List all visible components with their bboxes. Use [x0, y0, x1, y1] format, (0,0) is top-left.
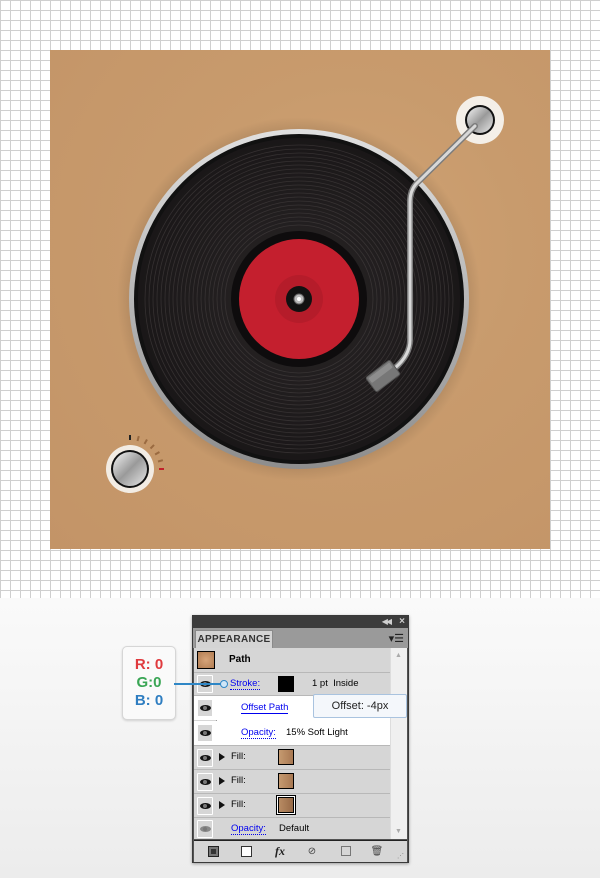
visibility-toggle[interactable] — [197, 797, 213, 815]
opacity-link[interactable]: Opacity: — [241, 727, 276, 739]
opacity-value: Default — [279, 823, 310, 834]
fill-swatch-selected[interactable] — [278, 797, 294, 813]
offset-path-link[interactable]: Offset Path — [241, 702, 289, 714]
expand-triangle-icon[interactable] — [219, 801, 225, 809]
visibility-toggle[interactable] — [197, 699, 213, 717]
fill-row[interactable]: Fill: — [194, 794, 390, 818]
fill-label: Fill: — [231, 799, 246, 810]
opacity-link[interactable]: Opacity: — [231, 823, 266, 835]
fill-swatch[interactable] — [278, 773, 294, 789]
panel-title-bar[interactable]: ◀◀ × — [193, 616, 408, 628]
scroll-up-icon[interactable]: ▲ — [395, 652, 402, 659]
fill-row[interactable]: Fill: — [194, 770, 390, 794]
object-thumbnail — [197, 651, 215, 669]
stroke-weight-value: 1 pt Inside — [312, 678, 359, 689]
collapse-panel-icon[interactable]: ◀◀ — [382, 617, 392, 626]
add-fill-icon[interactable] — [239, 845, 253, 857]
fill-row[interactable]: Fill: — [194, 746, 390, 770]
rgb-blue-value: B: 0 — [134, 692, 164, 709]
turntable-illustration — [106, 96, 504, 493]
rgb-callout: R: 0 G:0 B: 0 — [122, 646, 176, 720]
appearance-panel: ◀◀ × APPEARANCE ▾☰ Path Stroke: 1 pt Ins… — [192, 615, 409, 863]
duplicate-item-icon[interactable] — [339, 845, 353, 857]
object-opacity-row[interactable]: Opacity: Default — [194, 818, 390, 839]
opacity-value: 15% Soft Light — [286, 727, 348, 738]
fill-label: Fill: — [231, 775, 246, 786]
offset-tooltip: Offset: -4px — [313, 694, 407, 718]
object-row[interactable]: Path — [194, 648, 390, 673]
add-stroke-icon[interactable] — [206, 845, 220, 857]
eye-icon — [199, 730, 211, 736]
appearance-list: Path Stroke: 1 pt Inside Offset Path Opa… — [194, 648, 407, 839]
stroke-opacity-row[interactable]: Opacity: 15% Soft Light — [194, 721, 390, 746]
visibility-toggle[interactable] — [197, 749, 213, 767]
scrollbar[interactable]: ▲ ▼ — [390, 648, 407, 839]
visibility-toggle[interactable] — [197, 773, 213, 791]
eye-icon — [199, 705, 211, 711]
fx-icon[interactable]: fx — [273, 844, 287, 858]
expand-triangle-icon[interactable] — [219, 753, 225, 761]
fill-swatch[interactable] — [278, 749, 294, 765]
eye-icon — [199, 779, 211, 785]
volume-tick — [136, 435, 140, 442]
volume-knob[interactable] — [113, 452, 147, 486]
eye-icon — [199, 755, 211, 761]
visibility-toggle[interactable] — [197, 820, 213, 838]
callout-connector-dot — [220, 680, 228, 688]
volume-tick — [154, 451, 160, 456]
expand-triangle-icon[interactable] — [219, 777, 225, 785]
volume-tick — [149, 444, 155, 450]
panel-menu-icon[interactable]: ▾☰ — [389, 632, 404, 645]
spindle-hole — [297, 297, 301, 301]
callout-connector-line — [174, 683, 224, 685]
tab-appearance[interactable]: APPEARANCE — [195, 630, 273, 649]
scroll-down-icon[interactable]: ▼ — [395, 828, 402, 835]
rgb-green-value: G:0 — [136, 674, 162, 691]
volume-tick — [143, 439, 148, 445]
fill-label: Fill: — [231, 751, 246, 762]
delete-item-icon[interactable]: 🗑 — [370, 845, 384, 857]
eye-icon — [199, 803, 211, 809]
rgb-red-value: R: 0 — [134, 656, 164, 673]
stroke-link[interactable]: Stroke: — [230, 678, 261, 690]
resize-grip-icon[interactable]: ⋰ — [397, 852, 404, 860]
panel-tab-bar: APPEARANCE ▾☰ — [193, 628, 408, 649]
stroke-swatch[interactable] — [278, 676, 294, 692]
eye-icon — [199, 826, 211, 832]
volume-tick — [157, 459, 164, 463]
panel-footer: fx ⊘ 🗑 ⋰ — [194, 840, 407, 862]
clear-appearance-icon[interactable]: ⊘ — [305, 845, 319, 857]
close-icon[interactable]: × — [399, 616, 405, 627]
object-label: Path — [229, 654, 251, 665]
visibility-toggle[interactable] — [197, 724, 213, 742]
